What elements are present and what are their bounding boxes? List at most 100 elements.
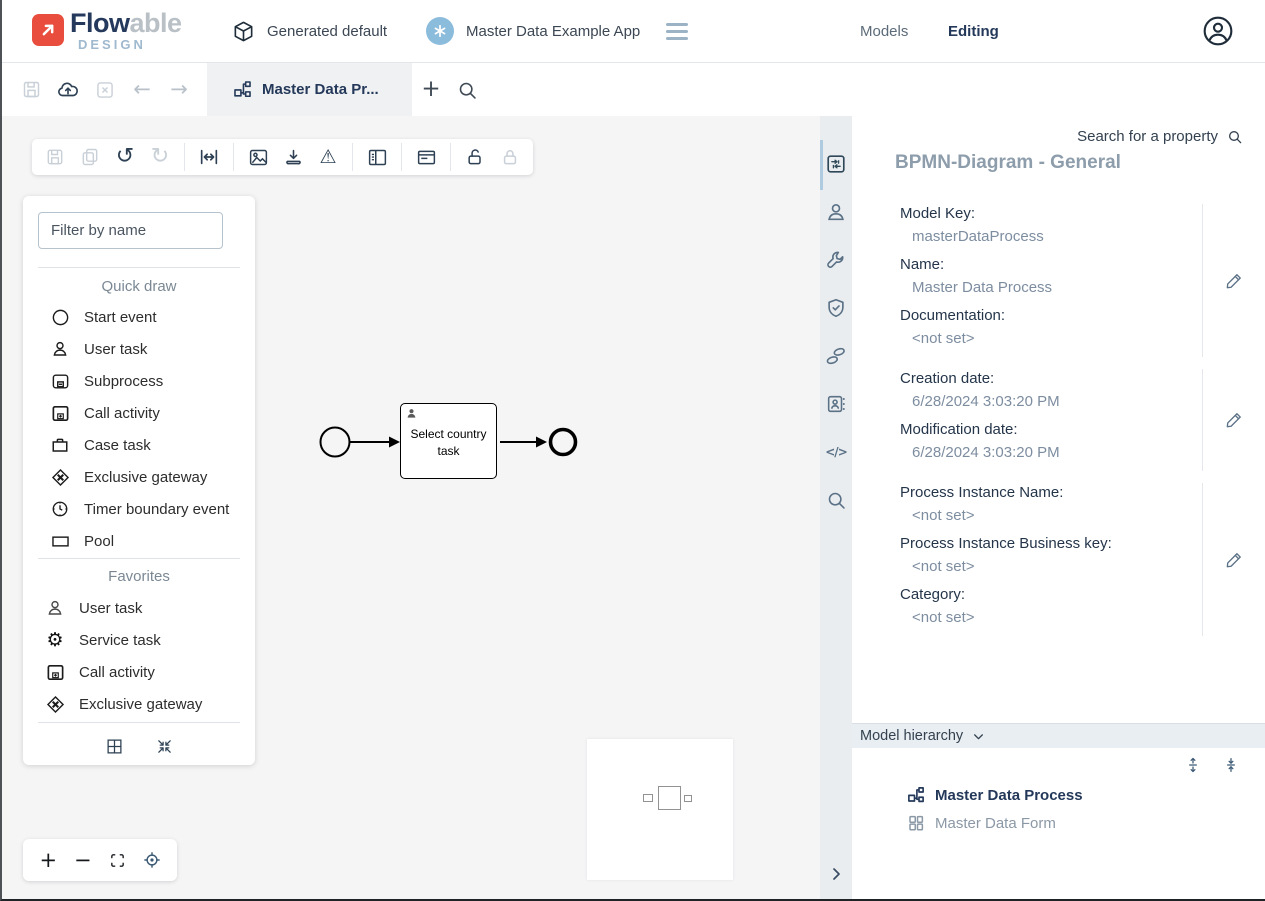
rail-search-button[interactable] [825,489,847,511]
shape-palette: Quick draw Start event User task Subproc… [23,196,255,765]
property-value: <not set> [900,608,1202,628]
rail-advanced-wrench-button[interactable] [825,249,847,271]
diagram-canvas[interactable]: ↺ ↻ ⚠ [2,116,820,899]
save-model-button[interactable] [20,79,42,101]
palette-item-timer-boundary-event[interactable]: Timer boundary event [50,497,229,521]
history-forward-button[interactable]: → [168,79,190,101]
palette-item-label: Subprocess [84,373,163,390]
unlock-button[interactable] [464,146,486,168]
palette-divider [38,722,240,723]
fit-to-screen-button[interactable] [106,849,128,871]
undo-button[interactable]: ↺ [114,146,136,168]
model-hierarchy-header[interactable]: Model hierarchy [852,723,1265,748]
tab-bar: ← → Master Data Pr... + [2,63,1265,116]
property-label: Model Key: [900,204,1202,224]
center-target-button[interactable] [141,849,163,871]
collapse-all-button[interactable] [1223,757,1239,773]
workspace-cube-icon [232,20,255,43]
tab-label: Master Data Pr... [262,81,379,98]
tab-master-data-process[interactable]: Master Data Pr... [207,63,412,116]
form-reference-button[interactable] [415,146,437,168]
zoom-out-button[interactable]: − [72,849,94,871]
chevron-down-icon [972,730,985,743]
app-asterisk-icon [426,17,454,45]
workspace-switcher[interactable]: Generated default [232,0,387,62]
favorite-item-call-activity[interactable]: Call activity [45,660,155,684]
property-search[interactable]: Search for a property [1077,128,1243,145]
palette-grid-view-button[interactable] [103,735,125,757]
canvas-toolbar: ↺ ↻ ⚠ [32,139,533,175]
property-label: Name: [900,255,1202,275]
history-back-button[interactable]: ← [131,79,153,101]
edit-group-pencil-button[interactable] [1224,410,1244,430]
property-label: Creation date: [900,369,1202,389]
user-task-marker-icon [406,408,417,419]
palette-item-pool[interactable]: Pool [50,529,114,553]
quick-draw-title: Quick draw [23,278,255,295]
rail-assignment-button[interactable] [825,201,847,223]
search-icon [1227,129,1243,145]
edit-group-pencil-button[interactable] [1224,271,1244,291]
palette-item-user-task[interactable]: User task [50,337,147,361]
palette-item-label: Timer boundary event [84,501,229,518]
hierarchy-item-master-data-process[interactable]: Master Data Process [907,786,1083,804]
palette-item-call-activity[interactable]: Call activity [50,401,160,425]
toggle-panel-button[interactable] [366,146,388,168]
rail-identity-card-button[interactable] [825,393,847,415]
brand-design-label: DESIGN [78,37,146,52]
app-switcher[interactable]: Master Data Example App [426,0,640,62]
process-icon [907,786,925,804]
close-model-button[interactable] [94,79,116,101]
paste-icon-button[interactable] [79,146,101,168]
nav-editing[interactable]: Editing [948,0,999,62]
hierarchy-item-master-data-form[interactable]: Master Data Form [907,814,1056,832]
save-icon-button[interactable] [44,146,66,168]
palette-item-label: Call activity [79,664,155,681]
palette-collapse-button[interactable] [153,735,175,757]
property-label: Modification date: [900,420,1202,440]
expand-all-button[interactable] [1185,757,1201,773]
zoom-controls: + − [23,839,177,881]
user-task-node[interactable]: Select country task [400,403,497,479]
app-menu-icon[interactable] [666,23,688,44]
favorite-item-service-task[interactable]: ⚙ Service task [45,628,161,652]
new-tab-button[interactable]: + [420,78,442,100]
download-button[interactable] [282,146,304,168]
rail-security-shield-button[interactable] [825,297,847,319]
zoom-in-button[interactable]: + [37,849,59,871]
favorite-item-exclusive-gateway[interactable]: Exclusive gateway [45,692,202,716]
property-value: masterDataProcess [900,227,1202,247]
sequence-flow-arrowhead [536,437,547,448]
palette-item-start-event[interactable]: Start event [50,305,157,329]
fit-width-button[interactable] [198,146,220,168]
lock-button[interactable] [499,146,521,168]
rail-general-properties-button[interactable] [825,153,847,175]
palette-filter-input[interactable] [38,212,223,249]
brand-wordmark: Flowable [70,8,182,39]
minimap[interactable] [587,739,733,880]
properties-title: BPMN-Diagram - General [895,152,1121,174]
redo-button[interactable]: ↻ [149,146,171,168]
user-task-icon [50,339,70,359]
palette-item-label: Case task [84,437,151,454]
palette-item-exclusive-gateway[interactable]: Exclusive gateway [50,465,207,489]
tab-search-button[interactable] [456,79,478,101]
publish-cloud-upload-button[interactable] [57,79,79,101]
collapse-panel-chevron-right-button[interactable] [825,863,847,885]
favorite-item-user-task[interactable]: User task [45,596,142,620]
property-value: Master Data Process [900,278,1202,298]
validation-warning-button[interactable]: ⚠ [317,146,339,168]
start-event-node [321,428,350,457]
user-avatar[interactable] [1202,15,1234,47]
property-search-label: Search for a property [1077,128,1218,145]
exclusive-gateway-icon [45,694,65,714]
edit-group-pencil-button[interactable] [1224,550,1244,570]
rail-code-button[interactable]: </> [825,441,847,463]
nav-models[interactable]: Models [860,0,908,62]
property-group-general: Model Key: masterDataProcess Name: Master … [900,204,1265,357]
palette-item-subprocess[interactable]: Subprocess [50,369,163,393]
export-image-button[interactable] [247,146,269,168]
palette-item-case-task[interactable]: Case task [50,433,151,457]
palette-item-label: Exclusive gateway [79,696,202,713]
rail-process-steps-button[interactable] [825,345,847,367]
